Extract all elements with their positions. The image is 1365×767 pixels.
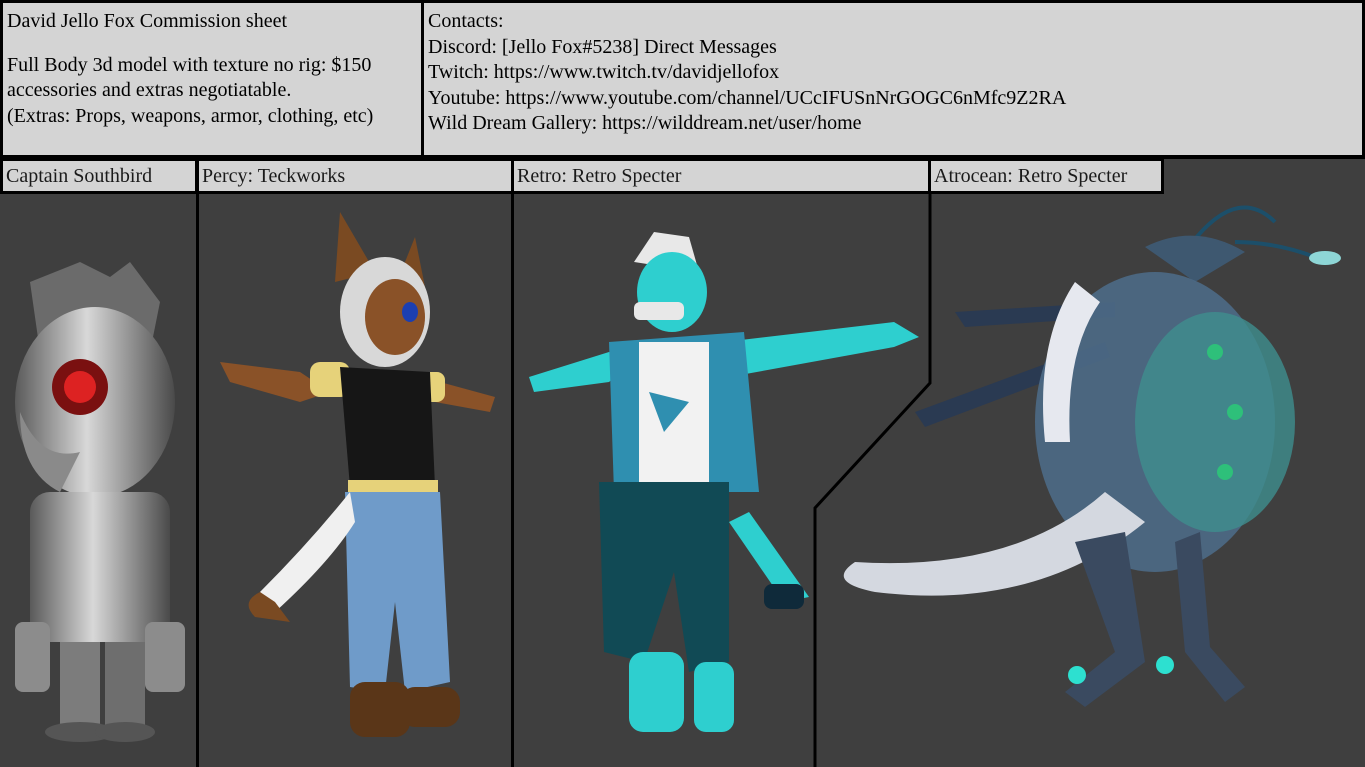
price-line: Full Body 3d model with texture no rig: … [7,53,372,76]
panel-captain-southbird [0,192,198,767]
twitch-link[interactable]: Twitch: https://www.twitch.tv/davidjello… [428,60,1358,86]
panel-divider-3 [813,158,932,767]
robot-bird-figure-icon [15,262,185,742]
contacts-heading: Contacts: [428,10,504,32]
gallery-link[interactable]: Wild Dream Gallery: https://wilddream.ne… [428,111,1358,137]
contacts-box: Contacts: Discord: [Jello Fox#5238] Dire… [421,0,1365,158]
label-percy: Percy: Teckworks [196,158,514,194]
panel-divider-1 [196,158,199,767]
sheet-title: David Jello Fox Commission sheet [7,10,287,32]
commission-info-box: David Jello Fox Commission sheet Full Bo… [0,0,424,158]
label-atrocean: Atrocean: Retro Specter [928,158,1164,194]
panel-percy [200,192,512,767]
youtube-link[interactable]: Youtube: https://www.youtube.com/channel… [428,86,1358,112]
panel-divider-2 [511,158,514,767]
negotiable-line: accessories and extras negotiatable. [7,79,292,101]
discord-contact: Discord: [Jello Fox#5238] Direct Message… [428,35,777,58]
extras-line: (Extras: Props, weapons, armor, clothing… [7,104,374,127]
label-captain-southbird: Captain Southbird [0,158,198,194]
label-retro: Retro: Retro Specter [511,158,931,194]
cat-girl-figure-icon [220,212,495,737]
